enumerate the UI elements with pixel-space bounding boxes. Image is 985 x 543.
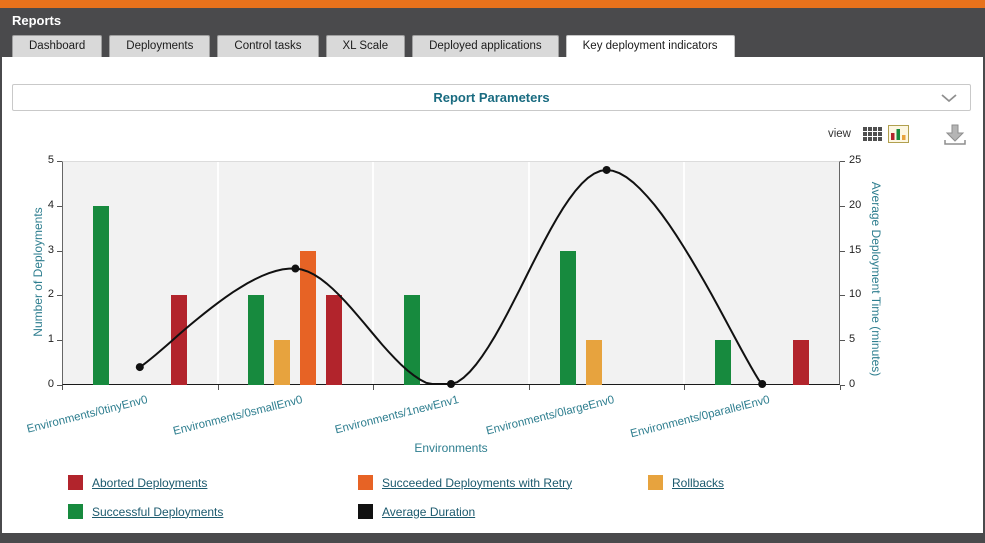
- left-axis-tick: [57, 385, 62, 386]
- legend-item-successful-deployments: Successful Deployments: [68, 504, 358, 519]
- left-axis-tick-label: 1: [14, 333, 54, 345]
- bar-successful-deployments: [248, 295, 264, 385]
- tab-control-tasks[interactable]: Control tasks: [217, 35, 318, 57]
- vertical-gridline: [683, 162, 685, 384]
- chevron-down-icon[interactable]: [941, 94, 957, 103]
- accent-strip: [0, 0, 985, 8]
- x-axis-category-label: Environments/1newEnv1: [334, 394, 460, 436]
- vertical-gridline: [372, 162, 374, 384]
- left-axis-tick-label: 3: [14, 244, 54, 256]
- legend-item-rollbacks: Rollbacks: [648, 475, 938, 490]
- right-axis-tick: [840, 251, 845, 252]
- tab-deployed-applications[interactable]: Deployed applications: [412, 35, 559, 57]
- bar-successful-deployments: [93, 206, 109, 385]
- legend-swatch: [68, 504, 83, 519]
- legend-label[interactable]: Aborted Deployments: [92, 476, 207, 490]
- reports-window: Reports Dashboard Deployments Control task…: [0, 0, 985, 543]
- plot-area: [62, 161, 840, 385]
- right-axis-tick: [840, 295, 845, 296]
- right-axis-tick: [840, 385, 845, 386]
- bar-rollbacks: [274, 340, 290, 385]
- tab-bar: Dashboard Deployments Control tasks XL Scal…: [0, 33, 985, 57]
- right-axis-tick-label: 20: [849, 199, 861, 211]
- left-axis-tick: [57, 340, 62, 341]
- left-axis-tick: [57, 161, 62, 162]
- chart-legend: Aborted Deployments Succeeded Deployments…: [68, 475, 938, 533]
- legend-label[interactable]: Rollbacks: [672, 476, 724, 490]
- x-axis-category-label: Environments/0smallEnv0: [172, 394, 304, 438]
- legend-swatch: [358, 504, 373, 519]
- x-axis-category-label: Environments/0largeEnv0: [485, 394, 616, 438]
- bar-successful-deployments: [715, 340, 731, 385]
- x-axis-tick: [684, 385, 685, 390]
- tab-xl-scale[interactable]: XL Scale: [326, 35, 406, 57]
- bar-successful-deployments: [560, 251, 576, 385]
- right-axis-tick-label: 25: [849, 154, 861, 166]
- line-marker: [291, 265, 299, 273]
- legend-swatch: [648, 475, 663, 490]
- bar-succeeded-deployments-with-retry: [300, 251, 316, 385]
- chart-view-button[interactable]: [888, 125, 909, 143]
- legend-item-average-duration: Average Duration: [358, 504, 648, 519]
- left-axis-tick-label: 4: [14, 199, 54, 211]
- vertical-gridline: [528, 162, 530, 384]
- right-axis-title: Average Deployment Time (minutes): [869, 159, 883, 399]
- table-view-icon: [863, 127, 882, 141]
- right-axis-tick-label: 0: [849, 378, 855, 390]
- x-axis-category-label: Environments/0parallelEnv0: [629, 394, 771, 440]
- line-marker: [136, 363, 144, 371]
- tab-deployments[interactable]: Deployments: [109, 35, 210, 57]
- legend-label[interactable]: Average Duration: [382, 505, 475, 519]
- vertical-gridline: [217, 162, 219, 384]
- view-label: view: [828, 128, 851, 140]
- tab-dashboard[interactable]: Dashboard: [12, 35, 102, 57]
- x-axis-tick: [62, 385, 63, 390]
- x-axis-tick: [840, 385, 841, 390]
- x-axis-tick: [218, 385, 219, 390]
- line-marker: [758, 380, 766, 388]
- bar-aborted-deployments: [171, 295, 187, 385]
- titlebar: Reports: [0, 8, 985, 33]
- x-axis-tick: [529, 385, 530, 390]
- left-axis-title: Number of Deployments: [31, 172, 45, 372]
- x-axis-title: Environments: [62, 441, 840, 455]
- legend-label[interactable]: Successful Deployments: [92, 505, 223, 519]
- left-axis-tick: [57, 206, 62, 207]
- x-axis-category-label: Environments/0tinyEnv0: [25, 394, 148, 436]
- chart-view-icon: [888, 125, 909, 143]
- legend-swatch: [358, 475, 373, 490]
- left-axis-tick-label: 0: [14, 378, 54, 390]
- page-title: Reports: [12, 13, 61, 28]
- line-marker: [447, 380, 455, 388]
- right-axis-tick: [840, 206, 845, 207]
- table-view-button[interactable]: [863, 127, 882, 141]
- content: Report Parameters view: [2, 57, 983, 533]
- legend-swatch: [68, 475, 83, 490]
- report-parameters-toggle[interactable]: Report Parameters: [12, 84, 971, 111]
- bar-successful-deployments: [404, 295, 420, 385]
- left-axis-tick-label: 2: [14, 288, 54, 300]
- right-axis-tick: [840, 161, 845, 162]
- right-axis-tick-label: 10: [849, 288, 861, 300]
- left-axis-tick: [57, 295, 62, 296]
- tab-key-deployment-indicators[interactable]: Key deployment indicators: [566, 35, 735, 57]
- right-axis-tick: [840, 340, 845, 341]
- left-axis-tick: [57, 251, 62, 252]
- report-parameters-label: Report Parameters: [433, 90, 549, 105]
- legend-label[interactable]: Succeeded Deployments with Retry: [382, 476, 572, 490]
- view-controls: view: [828, 121, 970, 147]
- right-axis-tick-label: 15: [849, 244, 861, 256]
- legend-item-aborted-deployments: Aborted Deployments: [68, 475, 358, 490]
- bar-aborted-deployments: [326, 295, 342, 385]
- line-marker: [603, 166, 611, 174]
- right-axis-tick-label: 5: [849, 333, 855, 345]
- bar-rollbacks: [586, 340, 602, 385]
- bar-aborted-deployments: [793, 340, 809, 385]
- x-axis-tick: [373, 385, 374, 390]
- download-report-button[interactable]: [943, 123, 967, 146]
- download-icon: [943, 123, 967, 146]
- legend-item-succeeded-deployments-with-retry: Succeeded Deployments with Retry: [358, 475, 648, 490]
- left-axis-tick-label: 5: [14, 154, 54, 166]
